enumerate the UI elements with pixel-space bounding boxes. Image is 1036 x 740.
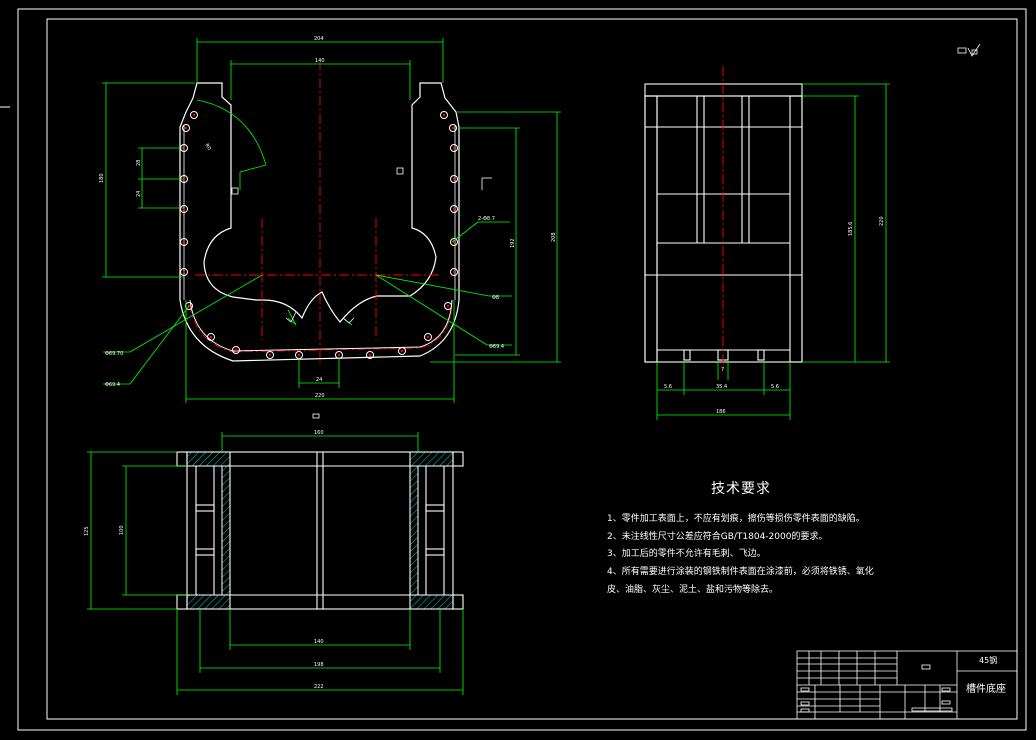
leader-1: Φ8 xyxy=(492,295,499,301)
title-block-part-name: 槽件底座 xyxy=(966,684,1006,695)
outer-frame xyxy=(17,8,1027,731)
note-line-3: 3、加工后的零件不允许有毛刺、飞边。 xyxy=(607,549,766,559)
dim-bottom-width: 220 xyxy=(315,393,325,399)
dim-top-view-bottom-2: 198 xyxy=(314,662,324,668)
dim-side-bottom-right: 5.6 xyxy=(771,384,779,390)
leader-2: Φ69.70 xyxy=(105,351,123,357)
dim-side-bottom-left: 5.6 xyxy=(664,384,672,390)
dim-side-width: 186 xyxy=(716,409,726,415)
title-block-material: 45钢 xyxy=(979,656,998,665)
dim-side-height-inner: 185.6 xyxy=(848,222,854,236)
dim-radius: R0 xyxy=(203,143,212,152)
leader-3: Φ69.4 xyxy=(105,382,120,388)
dim-hole-note: 2-Φ8.7 xyxy=(478,216,495,222)
dim-top-view-bottom-3: 222 xyxy=(314,684,324,690)
notes-title: 技术要求 xyxy=(711,481,771,497)
dim-top-view-left-inner: 100 xyxy=(119,525,125,535)
leader-4: Φ69.4 xyxy=(489,344,504,350)
drawing-canvas: 204 140 180 28 24 192 208 24 220 R0 2-Φ8… xyxy=(0,8,1027,731)
dim-right-h2: 208 xyxy=(551,232,557,242)
dim-top-view-left-outer: 125 xyxy=(84,526,90,536)
note-line-5: 皮、油脂、灰尘、泥土、盐和污物等除去。 xyxy=(607,585,779,595)
dim-side-slot: 7 xyxy=(721,367,724,373)
dim-side-height-outer: 220 xyxy=(879,216,885,226)
inner-frame xyxy=(46,18,1018,720)
dim-top-inner: 140 xyxy=(315,58,325,64)
dim-left-height: 180 xyxy=(99,173,105,183)
dim-top-outer: 204 xyxy=(314,36,324,42)
dim-side-bottom-mid: 35.4 xyxy=(716,384,727,390)
surface-finish-symbol xyxy=(957,43,981,57)
front-outline xyxy=(179,82,460,362)
dim-top-view-top: 160 xyxy=(314,430,324,436)
note-line-1: 1、零件加工表面上，不应有划痕，擦伤等损伤零件表面的缺陷。 xyxy=(607,514,865,524)
top-view: 160 125 100 140 198 222 xyxy=(84,430,464,695)
note-line-2: 2、未注线性尺寸公差应符合GB/T1804-2000的要求。 xyxy=(607,532,828,542)
dim-top-view-bottom-1: 140 xyxy=(314,639,324,645)
dim-right-h1: 192 xyxy=(510,238,516,248)
front-view: 204 140 180 28 24 192 208 24 220 R0 2-Φ8… xyxy=(99,36,561,419)
note-line-4: 4、所有需要进行涂装的钢铁制件表面在涂漆前，必须将铁锈、氧化 xyxy=(607,567,874,577)
side-view: 185.6 220 186 5.6 35.4 5.6 7 xyxy=(644,66,890,420)
dim-left-small-2: 24 xyxy=(136,191,142,197)
dim-bottom-gap: 24 xyxy=(316,377,322,383)
dim-left-small-1: 28 xyxy=(136,160,142,166)
